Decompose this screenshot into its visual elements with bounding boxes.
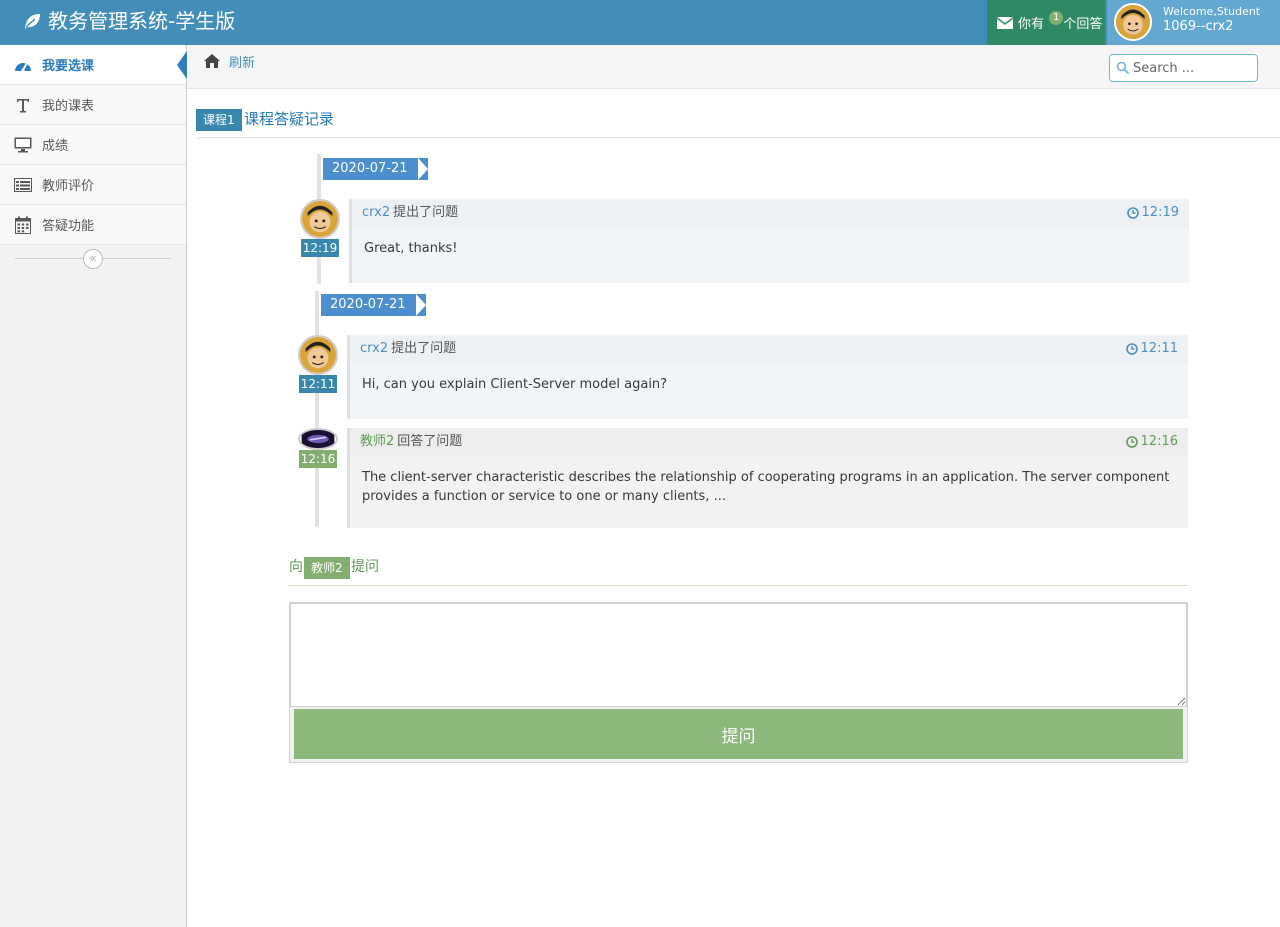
action-text: 提出了问题 bbox=[391, 341, 457, 356]
page-title: 课程答疑记录 bbox=[244, 110, 335, 128]
timeline-time: 12:11 bbox=[299, 375, 337, 393]
sidebar-item-label: 我要选课 bbox=[42, 59, 95, 74]
search-box[interactable] bbox=[1109, 54, 1258, 82]
timeline-date: 2020-07-21 bbox=[323, 158, 428, 180]
author-link[interactable]: crx2 bbox=[360, 341, 388, 356]
user-name: 1069--crx2 bbox=[1163, 19, 1234, 34]
timeline-item: crx2 提出了问题 12:11 Hi, can you explain Clie… bbox=[347, 335, 1188, 419]
sidebar-item-label: 答疑功能 bbox=[42, 219, 95, 234]
sidebar-item-grades[interactable]: 成绩 bbox=[0, 125, 186, 165]
timeline-time: 12:19 bbox=[301, 239, 339, 257]
clock-icon bbox=[1126, 207, 1139, 219]
teacher-badge: 教师2 bbox=[304, 557, 350, 579]
timeline-item-body: The client-server characteristic describ… bbox=[350, 456, 1188, 528]
messages-button[interactable]: 你有 1 个回答 bbox=[987, 0, 1105, 45]
breadcrumb: 刷新 bbox=[187, 45, 1280, 89]
messages-count-badge: 1 bbox=[1049, 10, 1064, 25]
question-textarea[interactable] bbox=[290, 603, 1187, 707]
brand-title: 教务管理系统-学生版 bbox=[48, 9, 236, 33]
avatar bbox=[298, 335, 338, 375]
brand[interactable]: 教务管理系统-学生版 bbox=[22, 8, 235, 34]
sidebar: 我要选课 我的课表 成绩 教师评价 答疑功能 « bbox=[0, 45, 187, 927]
sidebar-item-teacher-evaluation[interactable]: 教师评价 bbox=[0, 165, 186, 205]
calendar-icon bbox=[13, 216, 33, 234]
timeline-item-header: crx2 提出了问题 12:19 bbox=[352, 199, 1189, 227]
timeline-date: 2020-07-21 bbox=[321, 294, 426, 316]
timeline-item-time: 12:16 bbox=[1125, 428, 1178, 456]
avatar bbox=[300, 199, 340, 239]
timeline-time: 12:16 bbox=[299, 450, 337, 468]
list-icon bbox=[13, 176, 33, 194]
action-text: 提出了问题 bbox=[393, 205, 459, 220]
avatar bbox=[298, 428, 338, 450]
timeline-item-body: Great, thanks! bbox=[352, 227, 1189, 283]
sidebar-collapse: « bbox=[0, 245, 186, 273]
home-icon[interactable] bbox=[203, 53, 221, 73]
timeline-item-time: 12:11 bbox=[1125, 335, 1178, 363]
timeline-item: crx2 提出了问题 12:19 Great, thanks! bbox=[349, 199, 1189, 283]
envelope-icon bbox=[997, 16, 1013, 29]
timeline-item-header: crx2 提出了问题 12:11 bbox=[350, 335, 1188, 363]
dashboard-icon bbox=[13, 56, 33, 74]
ask-header: 向 教师2 提问 bbox=[289, 556, 1188, 586]
time-text: 12:19 bbox=[1141, 205, 1179, 220]
clock-icon bbox=[1125, 343, 1138, 355]
search-input[interactable] bbox=[1133, 58, 1253, 78]
timeline-item-header: 教师2 回答了问题 12:16 bbox=[350, 428, 1188, 456]
action-text: 回答了问题 bbox=[397, 434, 463, 449]
user-menu[interactable]: Welcome,Student 1069--crx2 bbox=[1107, 0, 1280, 45]
messages-prefix: 你有 bbox=[1018, 17, 1045, 32]
refresh-link[interactable]: 刷新 bbox=[229, 52, 255, 71]
user-avatar bbox=[1114, 3, 1152, 41]
timeline-line bbox=[315, 291, 319, 527]
sidebar-item-label: 我的课表 bbox=[42, 99, 95, 114]
clock-icon bbox=[1125, 436, 1138, 448]
messages-suffix: 个回答 bbox=[1063, 17, 1103, 32]
ask-form: 提问 bbox=[289, 602, 1188, 763]
desktop-icon bbox=[13, 136, 33, 154]
course-badge: 课程1 bbox=[196, 109, 242, 131]
sidebar-item-course-selection[interactable]: 我要选课 bbox=[0, 45, 187, 85]
page-header: 课程1 课程答疑记录 bbox=[196, 108, 1280, 138]
double-angle-left-icon[interactable]: « bbox=[83, 249, 103, 269]
search-icon bbox=[1116, 61, 1130, 75]
leaf-icon bbox=[25, 14, 40, 29]
submit-question-button[interactable]: 提问 bbox=[294, 709, 1183, 759]
timeline-item: 教师2 回答了问题 12:16 The client-server charact… bbox=[347, 428, 1188, 528]
sidebar-item-label: 成绩 bbox=[42, 139, 69, 154]
navbar: 教务管理系统-学生版 你有 1 个回答 Welcome,Student 1069--… bbox=[0, 0, 1280, 45]
timeline-item-body: Hi, can you explain Client-Server model … bbox=[350, 363, 1188, 419]
author-link[interactable]: 教师2 bbox=[360, 434, 394, 449]
timeline-item-time: 12:19 bbox=[1126, 199, 1179, 227]
time-text: 12:16 bbox=[1140, 434, 1178, 449]
time-text: 12:11 bbox=[1140, 341, 1178, 356]
sidebar-item-qa[interactable]: 答疑功能 bbox=[0, 205, 186, 245]
sidebar-item-label: 教师评价 bbox=[42, 179, 95, 194]
sidebar-item-my-schedule[interactable]: 我的课表 bbox=[0, 85, 186, 125]
text-icon bbox=[13, 96, 33, 114]
welcome-text: Welcome,Student bbox=[1163, 5, 1261, 18]
ask-prefix: 向 bbox=[289, 559, 303, 575]
author-link[interactable]: crx2 bbox=[362, 205, 390, 220]
ask-suffix: 提问 bbox=[351, 559, 379, 575]
